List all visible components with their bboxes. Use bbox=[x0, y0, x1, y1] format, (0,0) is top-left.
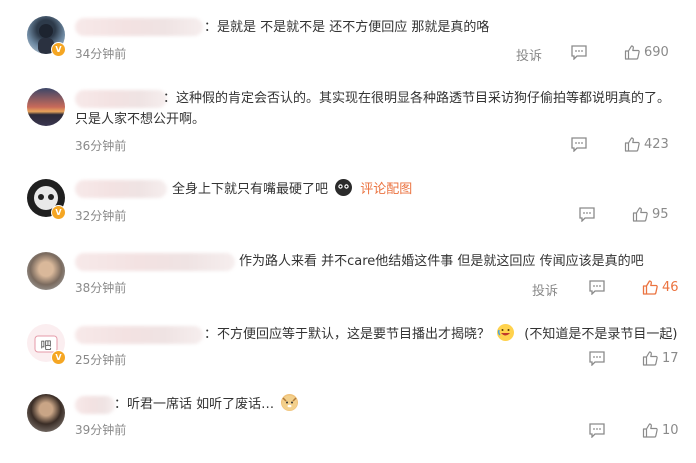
user-avatar[interactable] bbox=[27, 252, 65, 290]
comment-button[interactable] bbox=[588, 279, 606, 295]
comment-text: ：这种假的肯定会否认的。其实现在很明显各种路透节目采访狗仔偷拍等都说明真的了。 bbox=[163, 91, 671, 106]
like-button[interactable]: 95 bbox=[632, 206, 669, 222]
username[interactable] bbox=[75, 90, 167, 108]
comment-button[interactable] bbox=[570, 44, 588, 60]
comment-icon bbox=[571, 45, 587, 60]
comment-button[interactable] bbox=[578, 206, 596, 222]
thumbs-up-icon bbox=[642, 351, 658, 366]
emoji-icon bbox=[335, 179, 353, 196]
comment-time: 34分钟前 bbox=[75, 47, 127, 61]
like-button[interactable]: 46 bbox=[642, 279, 679, 295]
comment-time: 39分钟前 bbox=[75, 423, 127, 437]
comment-text: ：听君一席话 如听了废话… bbox=[114, 394, 299, 415]
verified-badge-icon: V bbox=[51, 350, 66, 365]
comment-time: 32分钟前 bbox=[75, 209, 127, 223]
report-button[interactable]: 投诉 bbox=[516, 45, 542, 64]
like-count: 95 bbox=[652, 206, 669, 222]
comment-icon bbox=[579, 207, 595, 222]
report-label: 投诉 bbox=[532, 284, 559, 299]
comment-icon bbox=[571, 137, 587, 152]
comment-text-body: ：听君一席话 如听了废话… bbox=[114, 397, 275, 412]
comment-text: ：不方便回应等于默认，这是要节目播出才揭晓？ (不知道是不是录节目一起) bbox=[204, 324, 677, 345]
username[interactable] bbox=[75, 396, 115, 414]
thumbs-up-icon bbox=[624, 137, 640, 152]
username[interactable] bbox=[75, 326, 203, 344]
user-avatar[interactable] bbox=[27, 88, 65, 126]
comment-text-aside: (不知道是不是录节目一起) bbox=[524, 327, 678, 342]
like-button[interactable]: 17 bbox=[642, 350, 679, 366]
comment-text-body: 全身上下就只有嘴最硬了吧 bbox=[172, 182, 329, 197]
like-button[interactable]: 10 bbox=[642, 422, 679, 438]
thumbs-up-icon bbox=[632, 207, 648, 222]
comment-icon bbox=[589, 351, 605, 366]
verified-badge-icon: V bbox=[51, 205, 66, 220]
comment-text: 全身上下就只有嘴最硬了吧 评论配图 bbox=[172, 179, 412, 200]
comment-time: 38分钟前 bbox=[75, 281, 127, 295]
comment-time: 25分钟前 bbox=[75, 353, 127, 367]
comment-time: 36分钟前 bbox=[75, 139, 127, 153]
like-count: 17 bbox=[662, 350, 679, 366]
comment-button[interactable] bbox=[570, 136, 588, 152]
username[interactable] bbox=[75, 18, 203, 36]
image-link[interactable]: 评论配图 bbox=[360, 182, 412, 197]
like-count: 690 bbox=[644, 44, 669, 60]
comment-text: 作为路人来看 并不care他结婚这件事 但是就这回应 传闻应该是真的吧 bbox=[239, 254, 644, 269]
comment-text-continued: 只是人家不想公开啊。 bbox=[75, 112, 206, 127]
thumbs-up-icon bbox=[642, 280, 658, 295]
report-button[interactable]: 投诉 bbox=[532, 280, 558, 299]
report-label: 投诉 bbox=[516, 49, 543, 64]
like-button[interactable]: 423 bbox=[624, 136, 669, 152]
comment-button[interactable] bbox=[588, 350, 606, 366]
verified-badge-icon: V bbox=[51, 42, 66, 57]
svg-text:吧: 吧 bbox=[41, 339, 52, 352]
username[interactable] bbox=[75, 253, 235, 271]
user-avatar[interactable] bbox=[27, 394, 65, 432]
like-count: 46 bbox=[662, 279, 679, 295]
thumbs-up-icon bbox=[624, 45, 640, 60]
emoji-icon bbox=[281, 394, 299, 411]
like-button[interactable]: 690 bbox=[624, 44, 669, 60]
comment-button[interactable] bbox=[588, 422, 606, 438]
thumbs-up-icon bbox=[642, 423, 658, 438]
like-count: 10 bbox=[662, 422, 679, 438]
comment-icon bbox=[589, 423, 605, 438]
like-count: 423 bbox=[644, 136, 669, 152]
comment-text-body: ：不方便回应等于默认，这是要节目播出才揭晓？ bbox=[204, 327, 491, 342]
comment-text: ：是就是 不是就不是 还不方便回应 那就是真的咯 bbox=[204, 20, 490, 35]
comment-icon bbox=[589, 280, 605, 295]
username[interactable] bbox=[75, 180, 167, 198]
emoji-icon bbox=[497, 324, 515, 341]
